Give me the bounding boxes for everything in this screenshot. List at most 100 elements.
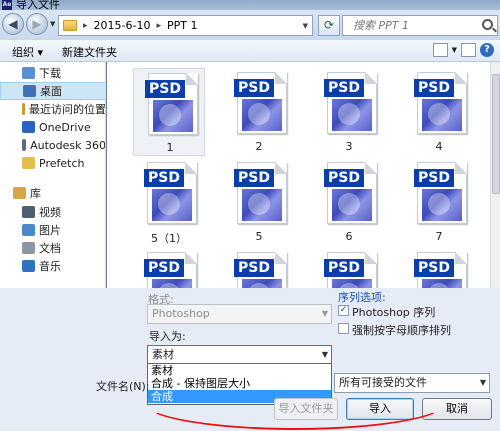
desktop-icon	[23, 85, 36, 97]
photoshop-sequence-checkbox[interactable]: ✓	[338, 305, 349, 316]
file-item[interactable]: PSD 6	[313, 158, 385, 246]
file-item[interactable]: PSD 3	[313, 68, 385, 156]
file-item[interactable]: PSD 4	[403, 68, 475, 156]
sidebar-item[interactable]: 最近访问的位置	[0, 100, 106, 118]
file-item[interactable]: PSD 7	[403, 158, 475, 246]
file-item[interactable]: PSD 5（1）	[133, 158, 205, 246]
search-icon[interactable]	[482, 19, 493, 30]
new-folder-button[interactable]: 新建文件夹	[62, 44, 117, 60]
documents-icon	[22, 242, 35, 254]
psd-badge: PSD	[144, 259, 184, 277]
back-arrow-icon: ◀	[8, 17, 18, 31]
psd-artwork	[242, 279, 282, 288]
folder-icon	[63, 20, 77, 31]
psd-artwork	[152, 279, 192, 288]
folder-icon	[22, 157, 35, 169]
sidebar-item[interactable]: OneDrive	[0, 118, 105, 136]
sidebar-item[interactable]: 下载	[0, 64, 105, 82]
breadcrumb-ppt1[interactable]: PPT 1	[167, 19, 197, 32]
psd-file-icon: PSD	[414, 72, 467, 134]
file-item[interactable]: PSD 5	[223, 158, 295, 246]
page-fold	[455, 252, 467, 264]
file-item[interactable]: PSD	[133, 248, 205, 288]
help-icon[interactable]: ?	[480, 43, 494, 57]
sidebar-item-label: 文档	[39, 242, 61, 255]
recent-pages-dropdown[interactable]: ▼	[50, 20, 55, 28]
page-fold	[365, 162, 377, 174]
file-item[interactable]: PSD	[223, 248, 295, 288]
back-button[interactable]: ◀	[2, 13, 24, 35]
refresh-icon: ⟳	[323, 18, 335, 32]
sidebar-item-label: Prefetch	[39, 156, 85, 170]
sidebar-item[interactable]: 视频	[0, 203, 105, 221]
preview-pane-icon[interactable]	[461, 43, 476, 57]
page-fold	[365, 72, 377, 84]
sidebar-item[interactable]: 图片	[0, 221, 105, 239]
sidebar-item-label: 最近访问的位置	[29, 103, 106, 116]
sidebar-item-label: 音乐	[39, 260, 61, 273]
refresh-button[interactable]: ⟳	[318, 15, 340, 36]
search-input[interactable]	[343, 16, 473, 35]
psd-badge: PSD	[145, 80, 185, 98]
file-type-filter[interactable]: 所有可接受的文件 ▼	[334, 373, 490, 393]
file-name: 5	[255, 230, 263, 243]
psd-file-icon: PSD	[144, 162, 197, 224]
sidebar-item[interactable]: 桌面	[0, 82, 105, 100]
psd-artwork	[332, 99, 372, 131]
sidebar-item[interactable]: Prefetch	[0, 154, 105, 172]
forward-button[interactable]: ▶	[26, 13, 48, 35]
psd-artwork	[332, 279, 372, 288]
page-fold	[275, 72, 287, 84]
music-icon	[22, 260, 35, 272]
onedrive-icon	[22, 121, 35, 133]
file-item[interactable]: PSD	[313, 248, 385, 288]
sidebar-item-label: 桌面	[40, 85, 62, 98]
psd-artwork	[422, 99, 462, 131]
autodesk-360-icon	[22, 139, 27, 151]
search-box[interactable]	[342, 15, 498, 36]
breadcrumb-2015-6-10[interactable]: 2015-6-10	[94, 19, 151, 32]
sidebar-item-label: OneDrive	[39, 120, 91, 134]
file-name: 6	[345, 230, 353, 243]
view-dropdown-icon[interactable]: ▼	[452, 46, 457, 54]
import-as-select[interactable]: 素材 ▼	[147, 345, 332, 365]
filename-label: 文件名(N):	[96, 380, 150, 393]
import-as-option-comp-layer-size[interactable]: 合成 - 保持图层大小	[148, 377, 331, 390]
psd-badge: PSD	[414, 169, 454, 187]
organize-button[interactable]: 组织 ▾	[12, 44, 43, 60]
psd-badge: PSD	[324, 79, 364, 97]
psd-artwork	[153, 100, 193, 132]
psd-artwork	[422, 279, 462, 288]
address-dropdown-icon[interactable]: ▼	[303, 22, 308, 30]
file-item[interactable]: PSD 1	[133, 68, 205, 156]
sidebar-item[interactable]: 文档	[0, 239, 105, 257]
after-effects-icon: Ae	[2, 0, 12, 10]
chevron-down-icon: ▼	[479, 378, 486, 387]
alphabetical-order-checkbox[interactable]	[338, 323, 349, 334]
page-fold	[455, 162, 467, 174]
file-name: 3	[345, 140, 353, 153]
psd-artwork	[152, 189, 192, 221]
address-row: ◀ ▶ ▼ ▸ 2015-6-10 ▸ PPT 1 ▼ ⟳	[0, 10, 500, 40]
psd-file-icon: PSD	[234, 252, 287, 288]
file-list: PSD 1 PSD 2 PSD 3 PSD 4 PSD 5（1） PSD 5 PSD 6 PSD 7 PSD PS…	[107, 62, 490, 288]
psd-badge: PSD	[144, 169, 184, 187]
sidebar-item[interactable]: 库	[0, 184, 105, 202]
psd-badge: PSD	[414, 259, 454, 277]
sidebar-item[interactable]: 音乐	[0, 257, 105, 275]
window-title: 导入文件	[16, 0, 60, 10]
sidebar-item-label: 下载	[39, 67, 61, 80]
sidebar-item[interactable]: Autodesk 360	[0, 136, 105, 154]
file-item[interactable]: PSD 2	[223, 68, 295, 156]
sidebar-item-label: 图片	[39, 224, 61, 237]
breadcrumb-separator: ▸	[156, 20, 161, 31]
file-name: 4	[435, 140, 443, 153]
vertical-scrollbar[interactable]	[490, 62, 500, 288]
import-as-option-footage[interactable]: 素材	[148, 364, 331, 377]
video-icon	[22, 206, 35, 218]
file-item[interactable]: PSD	[403, 248, 475, 288]
address-bar[interactable]: ▸ 2015-6-10 ▸ PPT 1 ▼	[58, 15, 313, 36]
change-view-icon[interactable]	[432, 43, 448, 57]
format-select: Photoshop ▼	[147, 304, 332, 324]
scrollbar-thumb[interactable]	[492, 74, 500, 194]
